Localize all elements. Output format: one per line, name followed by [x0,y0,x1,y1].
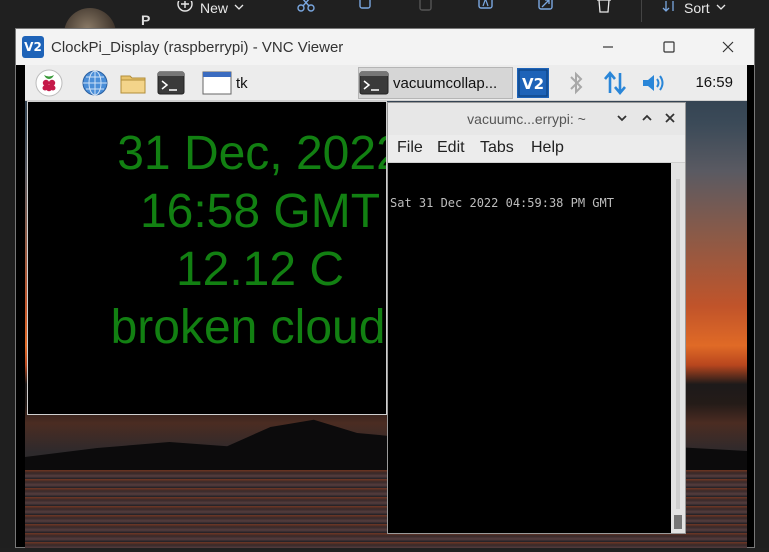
terminal-window[interactable]: vacuumc...errypi: ~ File Edit Tabs Help … [387,102,686,534]
vnc-viewer-window: V2 ClockPi_Display (raspberrypi) - VNC V… [15,28,755,549]
terminal-icon [359,71,389,95]
paste-icon[interactable] [416,0,436,14]
clock-temperature: 12.12 C [175,243,345,296]
sort-label: Sort [684,0,710,16]
host-bottom-edge [0,548,769,552]
delete-icon[interactable] [594,0,614,14]
raspberry-menu-icon[interactable] [35,69,63,97]
vnc-titlebar[interactable]: V2 ClockPi_Display (raspberrypi) - VNC V… [16,29,754,65]
terminal-output-area[interactable]: Sat 31 Dec 2022 04:59:38 PM GMT [388,163,673,533]
new-label: New [200,0,229,16]
volume-icon[interactable] [640,69,668,97]
chevron-down-icon [617,115,627,122]
chevron-up-icon [642,114,652,121]
clock-time: 16:58 GMT [139,185,381,238]
terminal-title: vacuumc...errypi: ~ [467,111,586,127]
scrollbar-thumb[interactable] [674,515,682,529]
menu-help[interactable]: Help [531,139,564,157]
share-icon[interactable] [536,0,556,14]
network-updown-icon[interactable] [601,69,629,97]
web-browser-icon[interactable] [81,69,109,97]
sort-button[interactable]: Sort [662,0,726,16]
toolbar-divider [641,0,642,22]
maximize-icon [663,41,675,53]
svg-text:V2: V2 [522,75,544,93]
desktop-panel: tk vacuumcollap... V2 16:59 [25,65,747,101]
terminal-launcher-icon[interactable] [157,69,185,97]
minimize-icon [603,46,613,48]
chevron-down-icon [716,4,726,10]
menu-file[interactable]: File [397,139,423,157]
window-title: ClockPi_Display (raspberrypi) - VNC View… [51,38,344,56]
scrollbar-track [676,179,680,509]
menu-edit[interactable]: Edit [437,139,465,157]
new-button[interactable]: New [176,0,244,16]
terminal-menubar: File Edit Tabs Help [388,135,685,163]
taskbar-item-label: tk [236,74,248,92]
terminal-menu-button[interactable] [613,109,631,127]
bluetooth-icon[interactable] [562,69,590,97]
sort-arrows-icon [662,1,674,12]
chevron-down-icon [234,4,244,10]
plus-circle-icon [177,1,193,12]
terminal-titlebar[interactable]: vacuumc...errypi: ~ [388,103,685,135]
menu-tabs[interactable]: Tabs [480,139,514,157]
rename-icon[interactable] [476,0,496,14]
clock-date: 31 Dec, 2022 [117,127,387,180]
close-button[interactable] [706,29,750,65]
taskbar-item-tk[interactable]: tk [201,67,341,99]
remote-desktop[interactable]: tk vacuumcollap... V2 16:59 31 Dec, 2022… [25,65,747,549]
host-toolbar: P New Sort [0,0,769,60]
taskbar-item-label: vacuumcollap... [393,74,498,92]
vnc-logo-icon: V2 [22,36,44,58]
file-manager-icon[interactable] [119,69,147,97]
window-icon [202,71,232,95]
clock-weather: broken clouds [110,301,387,354]
vnc-server-icon[interactable]: V2 [517,68,549,98]
terminal-output: Sat 31 Dec 2022 04:59:38 PM GMT [390,196,614,210]
tk-clock-window[interactable]: 31 Dec, 2022 16:58 GMT 12.12 C broken cl… [27,101,387,415]
minimize-button[interactable] [586,29,630,65]
taskbar-item-terminal[interactable]: vacuumcollap... [358,67,513,99]
panel-clock[interactable]: 16:59 [695,74,733,91]
cut-icon[interactable] [296,0,316,14]
close-icon [665,113,675,123]
host-initial: P [141,12,151,28]
terminal-close-button[interactable] [661,109,679,127]
close-icon [722,41,734,53]
terminal-scrollbar[interactable] [671,163,685,533]
terminal-maximize-button[interactable] [638,109,656,127]
copy-icon[interactable] [356,0,376,14]
maximize-button[interactable] [647,29,691,65]
